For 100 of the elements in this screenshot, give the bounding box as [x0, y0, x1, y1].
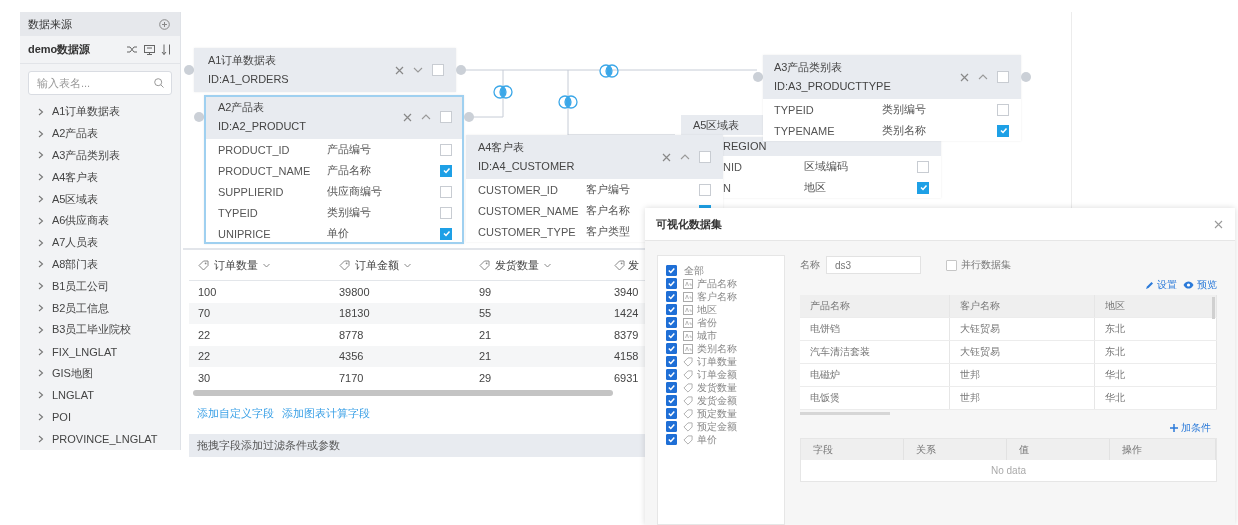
- filter-drop-area[interactable]: 拖拽字段添加过滤条件或参数: [189, 433, 646, 457]
- tree-item[interactable]: A5区域表: [20, 188, 180, 210]
- column-header[interactable]: 发: [609, 257, 646, 273]
- connector-dot[interactable]: [194, 112, 204, 122]
- field-label: 区域编码: [804, 159, 848, 174]
- checkbox[interactable]: [666, 382, 677, 393]
- checkbox[interactable]: [666, 408, 677, 419]
- monitor-icon[interactable]: [144, 44, 155, 55]
- caret-icon[interactable]: [263, 262, 270, 268]
- checkbox[interactable]: [666, 278, 677, 289]
- field-label: 发货数量: [697, 380, 737, 395]
- name-field[interactable]: ds3: [826, 256, 921, 274]
- close-icon[interactable]: [662, 152, 671, 162]
- checkbox[interactable]: [666, 395, 677, 406]
- preview-link[interactable]: 预览: [1183, 278, 1217, 292]
- checkbox[interactable]: [440, 164, 452, 177]
- table-cell-text: 8778: [338, 328, 365, 341]
- checkbox[interactable]: [440, 227, 452, 240]
- table-node[interactable]: A3产品类别表 ID:A3_PRODUCTTYPE TYPEID 类别编号 TYPENAME 类别名称: [763, 55, 1021, 141]
- settings-link[interactable]: 设置: [1145, 278, 1177, 292]
- search-field[interactable]: 输入表名...: [28, 71, 172, 95]
- column-header: 产品名称: [800, 295, 950, 317]
- node-title: A2产品表: [218, 100, 266, 115]
- tree-item[interactable]: A2产品表: [20, 122, 180, 145]
- tree-item[interactable]: B2员工信息: [20, 297, 180, 319]
- table-node[interactable]: REGION NID 区域编码 N 地区: [723, 137, 941, 198]
- checkbox[interactable]: [917, 181, 929, 194]
- node-title: A3产品类别表: [774, 60, 844, 75]
- tree-item[interactable]: A7人员表: [20, 231, 180, 254]
- join-icon[interactable]: [599, 64, 619, 78]
- table-node[interactable]: A2产品表 ID:A2_PRODUCT PRODUCT_ID 产品编号 PRODUCT_NAME 产品名称 SUPPLIERID 供应商编号 TYPEID 类别编号 UNIPRICE 单价: [204, 95, 464, 244]
- table-cell-text: 70: [197, 307, 212, 320]
- search-icon[interactable]: [154, 78, 164, 88]
- field-label: 供应商编号: [327, 184, 382, 199]
- add-condition-link[interactable]: 加条件: [1170, 421, 1211, 435]
- checkbox[interactable]: [666, 265, 677, 276]
- shuffle-icon[interactable]: [127, 45, 138, 54]
- checkbox[interactable]: [666, 291, 677, 302]
- field-label: 订单数量: [697, 354, 737, 369]
- field-label: 类别名称: [882, 123, 926, 138]
- checkbox[interactable]: [997, 124, 1009, 137]
- tree-item[interactable]: POI: [20, 406, 180, 428]
- connector-dot[interactable]: [753, 72, 763, 82]
- tree-item[interactable]: A4客户表: [20, 166, 180, 189]
- caret-icon[interactable]: [680, 154, 690, 160]
- sort-icon[interactable]: [161, 44, 172, 55]
- close-icon[interactable]: [403, 112, 412, 122]
- caret-icon[interactable]: [404, 262, 411, 268]
- scrollbar[interactable]: [800, 412, 890, 415]
- caret-icon[interactable]: [421, 114, 431, 120]
- close-icon[interactable]: [1214, 219, 1223, 229]
- column-header[interactable]: 订单数量: [189, 257, 330, 273]
- scrollbar[interactable]: [193, 389, 613, 396]
- column-header[interactable]: 发货数量: [470, 257, 609, 273]
- node-header[interactable]: A5区域表: [681, 115, 763, 135]
- tag-icon: [683, 395, 693, 406]
- join-icon[interactable]: [558, 95, 578, 109]
- caret-icon[interactable]: [413, 67, 423, 73]
- close-icon[interactable]: [395, 65, 404, 75]
- close-icon[interactable]: [960, 72, 969, 82]
- tree-item[interactable]: GIS地图: [20, 362, 180, 385]
- connector-dot[interactable]: [1021, 72, 1031, 82]
- field-name: N: [723, 181, 731, 194]
- field-label: 单价: [697, 432, 717, 447]
- checkbox[interactable]: [666, 343, 677, 354]
- connector-dot[interactable]: [184, 65, 194, 75]
- connector-dot[interactable]: [456, 65, 466, 75]
- field-label: 客户编号: [586, 182, 630, 197]
- column-header: 操作: [1110, 439, 1216, 460]
- tree-item[interactable]: B3员工毕业院校: [20, 318, 180, 341]
- checkbox[interactable]: [666, 434, 677, 445]
- tree-item[interactable]: LNGLAT: [20, 384, 180, 407]
- tree-item[interactable]: A1订单数据表: [20, 101, 180, 123]
- checkbox[interactable]: [666, 421, 677, 432]
- add-circle-icon[interactable]: [159, 18, 170, 30]
- connector-dot[interactable]: [464, 112, 474, 122]
- tree-item[interactable]: A3产品类别表: [20, 144, 180, 167]
- checkbox[interactable]: [666, 330, 677, 341]
- field-name: SUPPLIERID: [218, 185, 284, 198]
- field-name: UNIPRICE: [218, 227, 271, 240]
- checkbox[interactable]: [666, 317, 677, 328]
- tree-item[interactable]: PROVINCE_LNGLAT: [20, 427, 180, 450]
- tree-item[interactable]: FIX_LNGLAT: [20, 340, 180, 363]
- column-header[interactable]: 订单金额: [330, 257, 470, 273]
- checkbox[interactable]: [666, 304, 677, 315]
- checkbox[interactable]: [946, 259, 957, 271]
- join-icon[interactable]: [493, 85, 513, 99]
- table-node[interactable]: A1订单数据表 ID:A1_ORDERS: [194, 48, 456, 92]
- tree-item[interactable]: A6供应商表: [20, 210, 180, 232]
- text-type-icon: [683, 278, 693, 289]
- field-label: 预定金额: [697, 419, 737, 434]
- caret-icon[interactable]: [978, 74, 988, 80]
- tree-item[interactable]: A8部门表: [20, 253, 180, 276]
- caret-icon[interactable]: [544, 262, 551, 268]
- column-header: 客户名称: [950, 295, 1095, 317]
- tree-item[interactable]: B1员工公司: [20, 275, 180, 298]
- checkbox[interactable]: [666, 369, 677, 380]
- field-name: PRODUCT_NAME: [218, 164, 311, 177]
- tag-icon: [683, 434, 693, 445]
- checkbox[interactable]: [666, 356, 677, 367]
